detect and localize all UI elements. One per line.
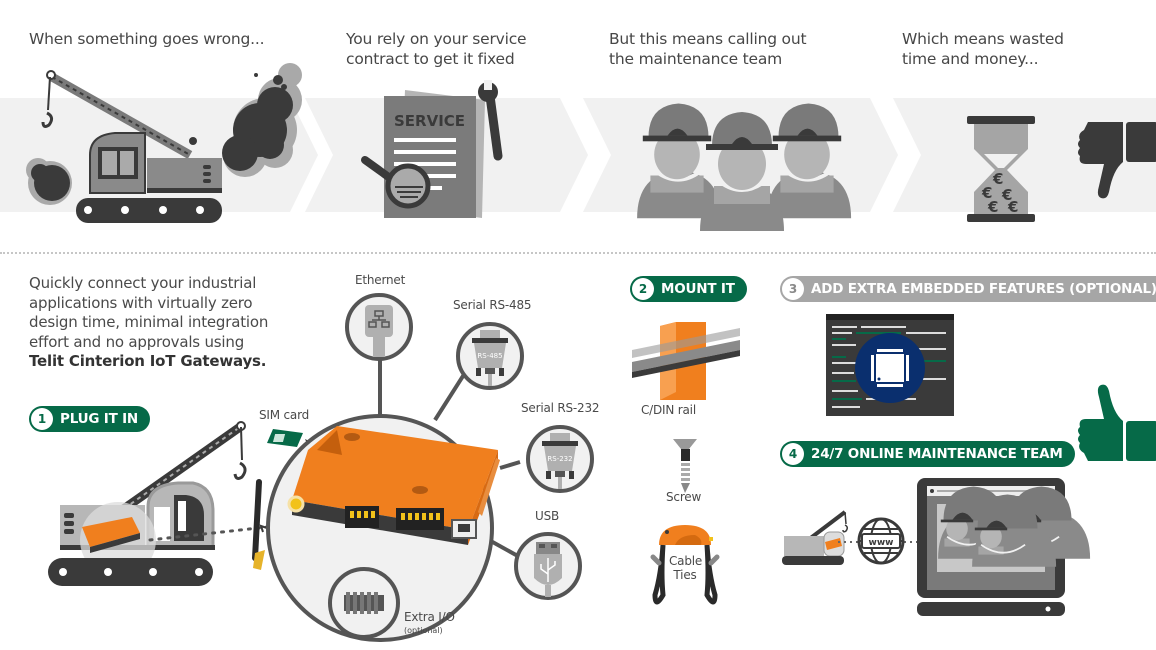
usb-plug-icon (514, 532, 582, 600)
embedded-code-chip-icon (826, 314, 954, 416)
caption-line: contract to get it fixed (346, 50, 515, 68)
mount-label-din-rail: C/DIN rail (641, 403, 696, 417)
caption-line: the maintenance team (609, 50, 783, 68)
step-pill-3: 3 ADD EXTRA EMBEDDED FEATURES (OPTIONAL) (780, 276, 1156, 302)
interface-label-usb: USB (535, 509, 560, 523)
gateway-device-icon (287, 426, 500, 545)
step-caption-2: You rely on your service contract to get… (346, 29, 527, 69)
globe-www-icon: www (857, 517, 905, 565)
step-number: 3 (782, 278, 804, 300)
mount-label-screw: Screw (666, 490, 702, 504)
broken-crane-icon (26, 63, 302, 223)
step-caption-4: Which means wasted time and money... (902, 29, 1064, 69)
caption-line: When something goes wrong... (29, 30, 265, 48)
service-document-label: SERVICE (394, 112, 465, 130)
intro-text: Quickly connect your industrial applicat… (29, 274, 279, 372)
interface-label-rs485: Serial RS-485 (453, 298, 532, 312)
step-label: MOUNT IT (661, 281, 735, 297)
ethernet-plug-icon (345, 293, 413, 361)
step-caption-1: When something goes wrong... (29, 29, 265, 49)
intro-line: design time, minimal integration (29, 313, 269, 331)
caption-line: But this means calling out (609, 30, 807, 48)
interface-label-ethernet: Ethernet (355, 273, 406, 287)
maintenance-team-icon (637, 103, 852, 231)
serial-rs232-connector-icon: RS-232 (526, 425, 594, 493)
globe-label: www (869, 538, 894, 548)
svg-text:€: € (1007, 198, 1018, 216)
section-divider (0, 252, 1156, 254)
brand-name: Telit Cinterion IoT Gateways. (29, 352, 267, 370)
step-label: ADD EXTRA EMBEDDED FEATURES (OPTIONAL) (811, 281, 1156, 297)
hourglass-euro-icon: €€ €€ € (967, 116, 1035, 222)
step-pill-4: 4 24/7 ONLINE MAINTENANCE TEAM (780, 441, 1075, 467)
interface-label-extra-io: Extra I/O (404, 610, 455, 624)
step-label: 24/7 ONLINE MAINTENANCE TEAM (811, 446, 1063, 462)
rs232-text: RS-232 (547, 455, 572, 463)
screw-icon (673, 439, 697, 493)
mount-label-cable-ties: Cable Ties (669, 554, 703, 582)
service-contract-icon: SERVICE (361, 80, 503, 218)
serial-rs485-connector-icon: RS-485 (456, 322, 524, 390)
caption-line: time and money... (902, 50, 1039, 68)
intro-line: Quickly connect your industrial (29, 274, 257, 292)
laptop-maintenance-team-icon (917, 478, 1091, 616)
label-line: Cable (669, 554, 703, 568)
step-number: 4 (782, 443, 804, 465)
remote-crane-icon (782, 510, 849, 565)
intro-line: effort and no approvals using (29, 332, 245, 351)
label-line: Ties (673, 568, 697, 582)
interface-sublabel-extra-io: (optional) (404, 626, 443, 635)
interface-label-rs232: Serial RS-232 (521, 401, 600, 415)
extra-io-connector-icon (328, 567, 400, 639)
intro-line: applications with virtually zero (29, 293, 253, 312)
rs485-text: RS-485 (477, 352, 502, 360)
thumbs-down-icon (1078, 122, 1156, 199)
svg-text:€: € (987, 198, 998, 216)
step-caption-3: But this means calling out the maintenan… (609, 29, 807, 69)
caption-line: You rely on your service (346, 30, 527, 48)
thumbs-up-icon (1078, 384, 1156, 461)
caption-line: Which means wasted (902, 30, 1064, 48)
team-figures (637, 103, 852, 231)
din-rail-icon (632, 322, 740, 400)
laptop-team-figures (938, 486, 1091, 567)
step-number: 2 (632, 278, 654, 300)
step-pill-2: 2 MOUNT IT (630, 276, 747, 302)
